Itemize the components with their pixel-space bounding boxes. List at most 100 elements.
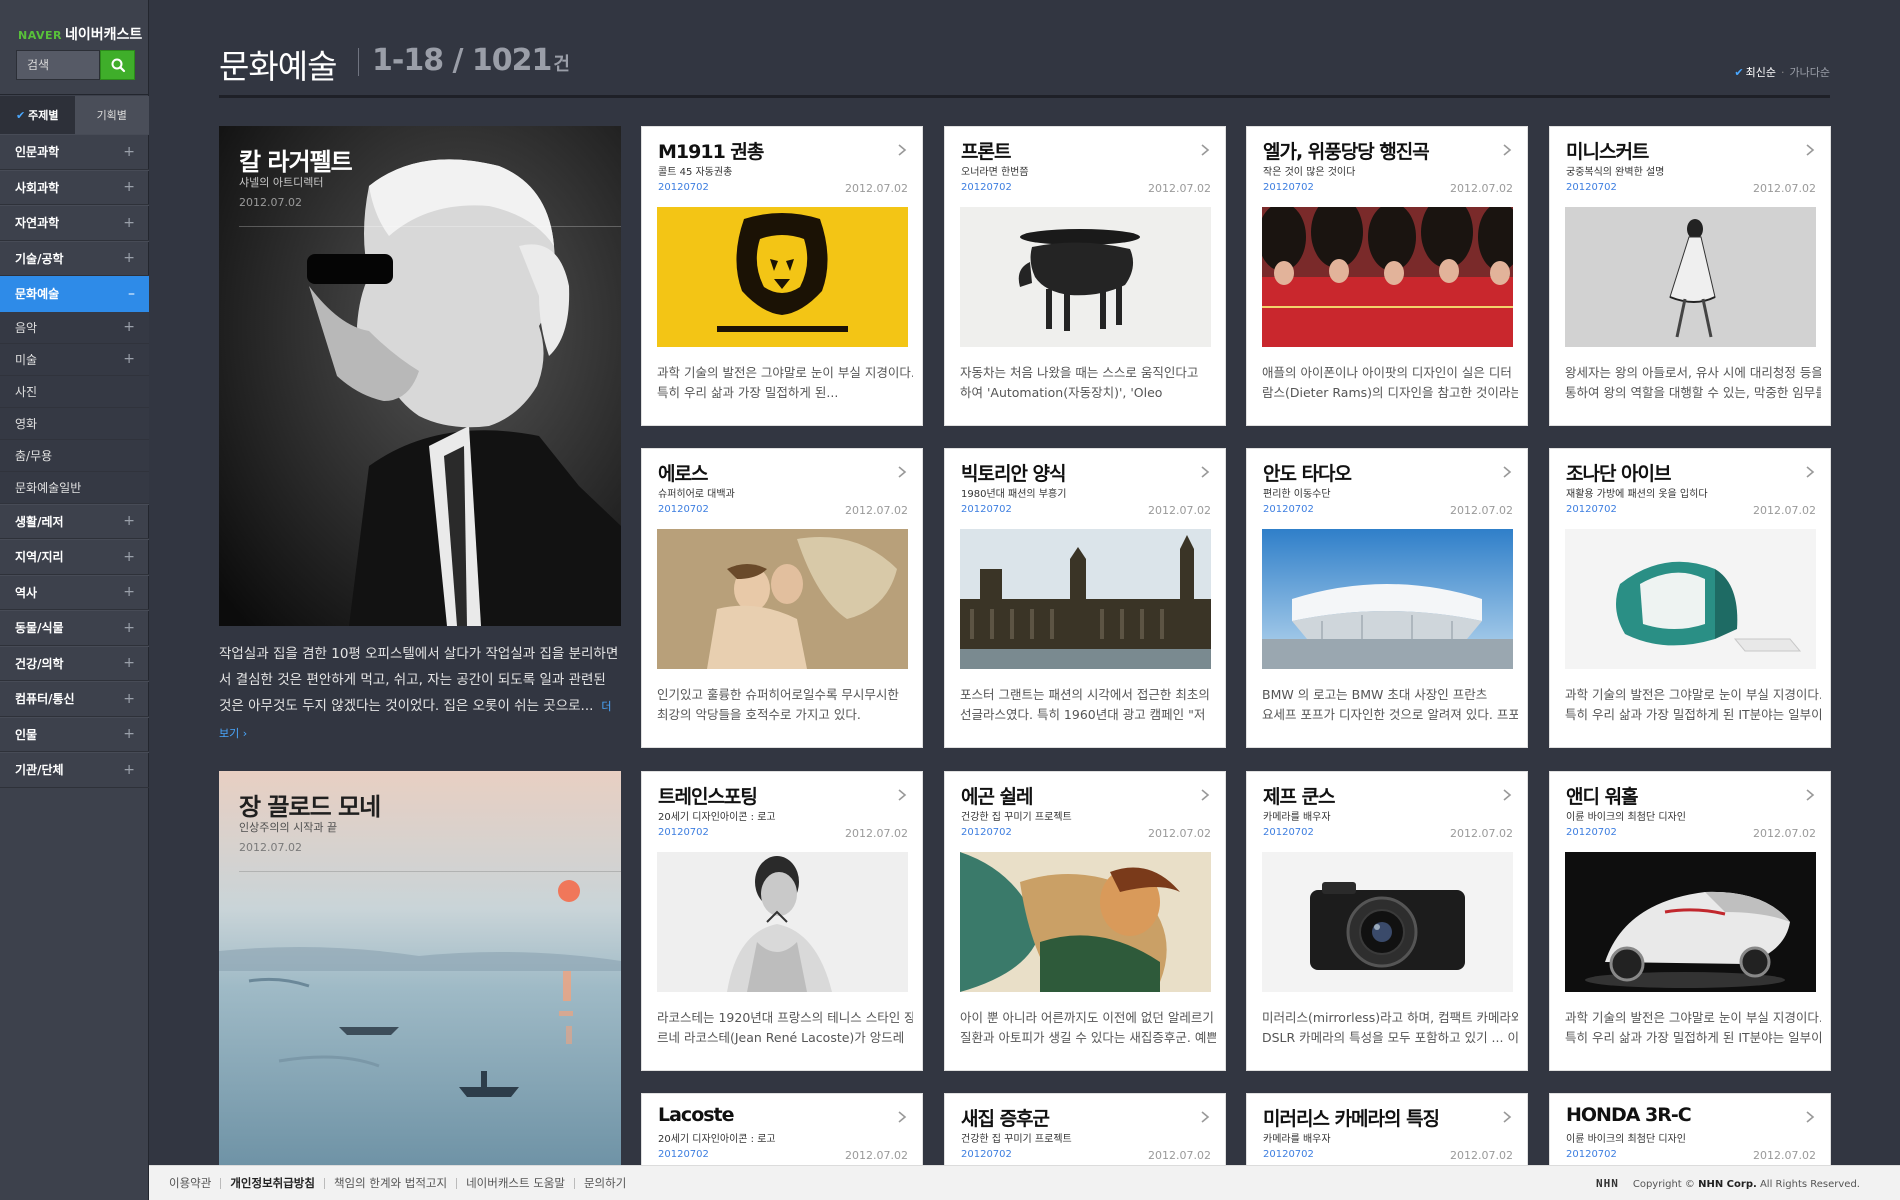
desc-line: 자동차는 처음 나왔을 때는 스스로 움직인다고 xyxy=(960,365,1199,380)
featured-article[interactable]: 장 끌로드 모네 인상주의의 시작과 끝 2012.07.02 xyxy=(219,771,621,1165)
separator xyxy=(323,1177,325,1189)
desc-line: 아이 뿐 아니라 어른까지도 이전에 없던 알레르기 xyxy=(960,1010,1214,1025)
chevron-right-icon xyxy=(1806,466,1815,478)
article-card[interactable]: 미니스커트 궁중복식의 완벽한 설명 20120702 2012.07.02 왕… xyxy=(1549,126,1831,426)
article-card[interactable]: 조나단 아이브 재활용 가방에 패션의 옷을 입히다 20120702 2012… xyxy=(1549,448,1831,748)
card-description: 과학 기술의 발전은 그야말로 눈이 부실 지경이다. 특히 우리 삶과 가장 밀… xyxy=(1565,1008,1821,1048)
tab-by-topic[interactable]: ✔ 주제별 xyxy=(0,96,75,134)
card-description: 아이 뿐 아니라 어른까지도 이전에 없던 알레르기 질환과 아토피가 생길 수 … xyxy=(960,1008,1216,1048)
footer-link-contact[interactable]: 문의하기 xyxy=(584,1175,626,1191)
featured-title[interactable]: 칼 라거펠트 xyxy=(239,142,353,177)
menu-item-culture-arts[interactable]: 문화예술 – xyxy=(0,276,149,312)
menu-item-organizations[interactable]: 기관/단체 + xyxy=(0,752,149,788)
search-button[interactable] xyxy=(100,50,135,80)
desc-line: 특히 우리 삶과 가장 밀접하게 된 IT분야는 일부이 xyxy=(1565,707,1821,722)
submenu-item-art[interactable]: 미술 + xyxy=(0,343,149,376)
card-title[interactable]: 빅토리안 양식 xyxy=(961,459,1066,486)
card-title[interactable]: 트레인스포팅 xyxy=(658,782,758,809)
menu-item-people[interactable]: 인물 + xyxy=(0,716,149,752)
card-date: 2012.07.02 xyxy=(1148,182,1211,195)
desc-line: 하여 'Automation(자동장치)', 'Oleo xyxy=(960,385,1163,400)
footer-link-help[interactable]: 네이버캐스트 도움말 xyxy=(466,1175,565,1191)
card-title[interactable]: 앤디 워홀 xyxy=(1566,782,1639,809)
card-title[interactable]: 안도 타다오 xyxy=(1263,459,1352,486)
card-title[interactable]: M1911 권총 xyxy=(658,137,764,164)
card-title[interactable]: 새집 증후군 xyxy=(961,1104,1050,1131)
search-box xyxy=(16,50,135,80)
nhn-logo[interactable]: NHN xyxy=(1596,1177,1619,1190)
article-card[interactable]: 빅토리안 양식 1980년대 패션의 부흥기 20120702 2012.07.… xyxy=(944,448,1226,748)
tab-by-series[interactable]: 기획별 xyxy=(74,96,149,134)
card-title[interactable]: HONDA 3R-C xyxy=(1566,1104,1692,1126)
article-card[interactable]: 프론트 오너라면 한번쯤 20120702 2012.07.02 자동차는 처음… xyxy=(944,126,1226,426)
card-date: 2012.07.02 xyxy=(1450,1149,1513,1162)
naver-logo[interactable]: NAVER xyxy=(18,29,62,42)
check-icon: ✔ xyxy=(15,108,26,122)
card-date: 2012.07.02 xyxy=(1450,182,1513,195)
article-card[interactable]: HONDA 3R-C 이륜 바이크의 최첨단 디자인 20120702 2012… xyxy=(1549,1093,1831,1173)
menu-item-humanities[interactable]: 인문과학 + xyxy=(0,134,149,170)
miniskirt-photo xyxy=(1565,207,1816,347)
article-card[interactable]: 미러리스 카메라의 특징 카메라를 배우자 20120702 2012.07.0… xyxy=(1246,1093,1528,1173)
plus-icon: + xyxy=(123,319,135,335)
featured-article[interactable]: 칼 라거펠트 샤넬의 아트디렉터 2012.07.02 작업실과 집을 겸한 1… xyxy=(219,126,621,740)
article-card[interactable]: 제프 쿤스 카메라를 배우자 20120702 2012.07.02 미러리스(… xyxy=(1246,771,1528,1071)
article-card[interactable]: 안도 타다오 편리한 이동수단 20120702 2012.07.02 BMW … xyxy=(1246,448,1528,748)
menu-item-health[interactable]: 건강/의학 + xyxy=(0,645,149,681)
article-card[interactable]: 앤디 워홀 이륜 바이크의 최첨단 디자인 20120702 2012.07.0… xyxy=(1549,771,1831,1071)
menu-item-computer[interactable]: 컴퓨터/통신 + xyxy=(0,681,149,717)
article-card[interactable]: M1911 권총 콜트 45 자동권총 20120702 2012.07.02 … xyxy=(641,126,923,426)
card-description: 인기있고 훌륭한 슈퍼히어로일수록 무시무시한 최강의 악당들을 호적수로 가지고… xyxy=(657,685,913,725)
menu-item-region[interactable]: 지역/지리 + xyxy=(0,539,149,575)
submenu-label: 춤/무용 xyxy=(15,448,53,463)
menu-item-life-leisure[interactable]: 생활/레저 + xyxy=(0,503,149,539)
submenu-item-photo[interactable]: 사진 xyxy=(0,375,149,408)
featured-title[interactable]: 장 끌로드 모네 xyxy=(239,787,381,822)
menu-label: 생활/레저 xyxy=(15,514,64,529)
card-title[interactable]: Lacoste xyxy=(658,1104,735,1126)
card-image xyxy=(1262,529,1513,669)
card-image xyxy=(657,207,908,347)
footer-link-privacy[interactable]: 개인정보취급방침 xyxy=(230,1175,315,1191)
featured-date: 2012.07.02 xyxy=(239,196,302,209)
chevron-right-icon xyxy=(1806,1111,1815,1123)
article-card[interactable]: 에곤 쉴레 건강한 집 꾸미기 프로젝트 20120702 2012.07.02… xyxy=(944,771,1226,1071)
brand-logo[interactable]: NAVER 네이버캐스트 xyxy=(18,24,142,44)
card-title[interactable]: 조나단 아이브 xyxy=(1566,459,1671,486)
menu-item-natural-science[interactable]: 자연과학 + xyxy=(0,205,149,241)
submenu-item-general[interactable]: 문화예술일반 xyxy=(0,471,149,504)
article-card[interactable]: 에로스 슈퍼히어로 대백과 20120702 2012.07.02 인기있고 훌… xyxy=(641,448,923,748)
submenu-item-dance[interactable]: 춤/무용 xyxy=(0,439,149,472)
service-name[interactable]: 네이버캐스트 xyxy=(65,27,142,43)
article-card[interactable]: Lacoste 20세기 디자인아이콘 : 로고 20120702 2012.0… xyxy=(641,1093,923,1173)
sort-label: 최신순 xyxy=(1745,66,1777,79)
copyright-prefix: Copyright © xyxy=(1632,1179,1695,1190)
card-subtitle: 이륜 바이크의 최첨단 디자인 xyxy=(1566,1134,1686,1145)
sort-latest[interactable]: ✔ 최신순 xyxy=(1734,66,1776,79)
menu-item-social-science[interactable]: 사회과학 + xyxy=(0,169,149,205)
footer-link-terms[interactable]: 이용약관 xyxy=(169,1175,211,1191)
card-title[interactable]: 제프 쿤스 xyxy=(1263,782,1336,809)
submenu-item-music[interactable]: 음악 + xyxy=(0,311,149,344)
card-title[interactable]: 미러리스 카메라의 특징 xyxy=(1263,1104,1440,1131)
card-title[interactable]: 프론트 xyxy=(961,137,1011,164)
card-title[interactable]: 엘가, 위풍당당 행진곡 xyxy=(1263,137,1430,164)
menu-item-history[interactable]: 역사 + xyxy=(0,574,149,610)
menu-item-animals-plants[interactable]: 동물/식물 + xyxy=(0,610,149,646)
article-card[interactable]: 새집 증후군 건강한 집 꾸미기 프로젝트 20120702 2012.07.0… xyxy=(944,1093,1226,1173)
article-card[interactable]: 엘가, 위풍당당 행진곡 작은 것이 많은 것이다 20120702 2012.… xyxy=(1246,126,1528,426)
sort-alphabetical[interactable]: 가나다순 xyxy=(1790,66,1830,79)
card-title[interactable]: 미니스커트 xyxy=(1566,137,1649,164)
search-icon xyxy=(111,58,125,73)
plus-icon: + xyxy=(123,214,135,231)
card-subtitle: 재활용 가방에 패션의 옷을 입히다 xyxy=(1566,489,1708,500)
submenu-item-film[interactable]: 영화 xyxy=(0,407,149,440)
article-card[interactable]: 트레인스포팅 20세기 디자인아이콘 : 로고 20120702 2012.07… xyxy=(641,771,923,1071)
card-title[interactable]: 에로스 xyxy=(658,459,708,486)
footer-link-disclaimer[interactable]: 책임의 한계와 법적고지 xyxy=(334,1175,447,1191)
search-input[interactable] xyxy=(16,50,100,80)
category-menu: 인문과학 + 사회과학 + 자연과학 + 기술/공학 + 문화예술 – 음악 + 미술 + 사… xyxy=(0,134,149,788)
menu-item-technology[interactable]: 기술/공학 + xyxy=(0,240,149,276)
desc-line: 인기있고 훌륭한 슈퍼히어로일수록 무시무시한 xyxy=(657,687,899,702)
card-title[interactable]: 에곤 쉴레 xyxy=(961,782,1034,809)
